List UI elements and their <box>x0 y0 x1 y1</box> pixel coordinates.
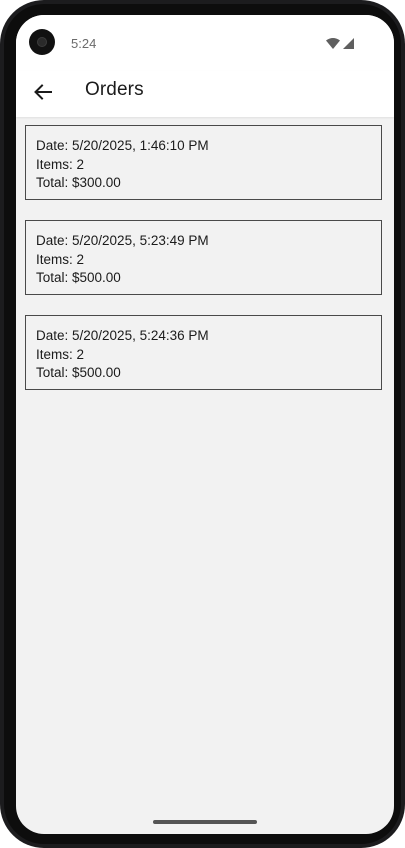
back-button[interactable] <box>30 79 56 105</box>
order-card[interactable]: Date: 5/20/2025, 1:46:10 PM Items: 2 Tot… <box>25 125 382 200</box>
order-card[interactable]: Date: 5/20/2025, 5:24:36 PM Items: 2 Tot… <box>25 315 382 390</box>
order-total: Total: $500.00 <box>36 365 121 380</box>
cell-signal-icon <box>343 37 354 49</box>
arrow-back-icon <box>34 84 52 100</box>
front-camera <box>29 29 55 55</box>
home-indicator[interactable] <box>153 820 257 824</box>
order-total: Total: $500.00 <box>36 270 121 285</box>
screen: 5:24 Orders Date: 5/20/2025, 1:46:10 PM … <box>16 15 394 834</box>
wifi-icon <box>326 37 340 49</box>
order-items: Items: 2 <box>36 251 85 267</box>
order-date: Date: 5/20/2025, 5:23:49 PM <box>36 233 209 248</box>
status-bar: 5:24 <box>16 15 394 71</box>
phone-bezel: 5:24 Orders Date: 5/20/2025, 1:46:10 PM … <box>4 4 401 844</box>
order-date: Date: 5/20/2025, 5:24:36 PM <box>36 328 209 343</box>
order-items: Items: 2 <box>36 346 85 362</box>
app-bar: Orders <box>16 71 394 117</box>
order-items: Items: 2 <box>36 156 85 172</box>
phone-frame: 5:24 Orders Date: 5/20/2025, 1:46:10 PM … <box>0 0 405 848</box>
order-date: Date: 5/20/2025, 1:46:10 PM <box>36 138 209 153</box>
order-list: Date: 5/20/2025, 1:46:10 PM Items: 2 Tot… <box>25 125 384 410</box>
order-card[interactable]: Date: 5/20/2025, 5:23:49 PM Items: 2 Tot… <box>25 220 382 295</box>
page-title: Orders <box>85 79 144 100</box>
status-time: 5:24 <box>71 36 97 51</box>
status-icons <box>326 37 354 49</box>
order-total: Total: $300.00 <box>36 175 121 190</box>
